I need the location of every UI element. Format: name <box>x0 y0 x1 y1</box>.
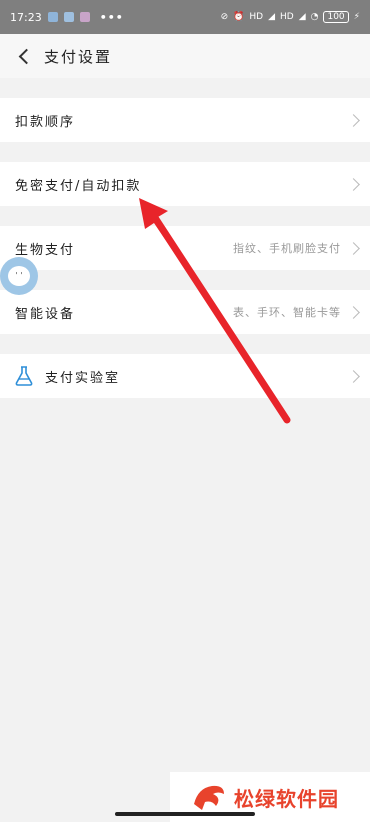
chevron-right-icon <box>347 369 360 383</box>
bubble-face: ' ' <box>8 266 30 286</box>
notification-shield-icon <box>47 12 58 22</box>
battery-icon: 100 <box>323 11 349 23</box>
watermark-logo-icon <box>194 785 224 810</box>
row-label: 智能设备 <box>15 306 76 322</box>
page-title: 支付设置 <box>44 47 113 66</box>
floating-assistant-bubble[interactable]: ' ' <box>0 257 38 295</box>
status-bar: 17:23 ••• ⊘ ⏰ HD ◢ HD ◢ ◔ 100 ⚡ <box>0 0 370 34</box>
chevron-left-icon <box>18 48 34 64</box>
settings-row-payment-lab[interactable]: 支付实验室 <box>0 354 370 398</box>
signal-1-label: HD <box>249 12 264 22</box>
row-label: 免密支付/自动扣款 <box>15 178 142 194</box>
status-time: 17:23 <box>10 10 42 24</box>
status-right: ⊘ ⏰ HD ◢ HD ◢ ◔ 100 ⚡ <box>221 11 360 23</box>
signal-2-label: HD <box>280 12 294 22</box>
settings-row-password-free-payment[interactable]: 免密支付/自动扣款 <box>0 162 370 206</box>
charging-icon: ⚡ <box>353 12 360 22</box>
row-label: 扣款顺序 <box>15 114 76 130</box>
row-label: 支付实验室 <box>45 370 121 386</box>
settings-row-smart-devices[interactable]: 智能设备 表、手环、智能卡等 <box>0 290 370 334</box>
notification-bag-icon <box>79 12 90 22</box>
signal-2-icon: ◢ <box>298 12 306 22</box>
navigation-bar: 支付设置 <box>0 34 370 78</box>
chevron-right-icon <box>347 177 360 191</box>
wifi-icon: ◔ <box>310 12 319 22</box>
chevron-right-icon <box>347 241 360 255</box>
row-subtitle: 指纹、手机刷脸支付 <box>233 242 341 255</box>
row-subtitle: 表、手环、智能卡等 <box>233 306 341 319</box>
chevron-right-icon <box>347 305 360 319</box>
chevron-right-icon <box>347 113 360 127</box>
signal-1-icon: ◢ <box>268 12 275 22</box>
settings-row-deduction-order[interactable]: 扣款顺序 <box>0 98 370 142</box>
settings-row-biometric-payment[interactable]: 生物支付 指纹、手机刷脸支付 <box>0 226 370 270</box>
row-label: 生物支付 <box>15 242 76 258</box>
alarm-icon: ⏰ <box>233 12 245 22</box>
home-indicator[interactable] <box>115 812 255 816</box>
watermark-text: 松绿软件园 <box>234 786 339 811</box>
notification-app-icon <box>63 12 74 22</box>
back-button[interactable] <box>4 34 44 78</box>
flask-icon <box>15 366 33 386</box>
mute-icon: ⊘ <box>220 12 229 22</box>
more-notifications-icon: ••• <box>99 10 124 24</box>
